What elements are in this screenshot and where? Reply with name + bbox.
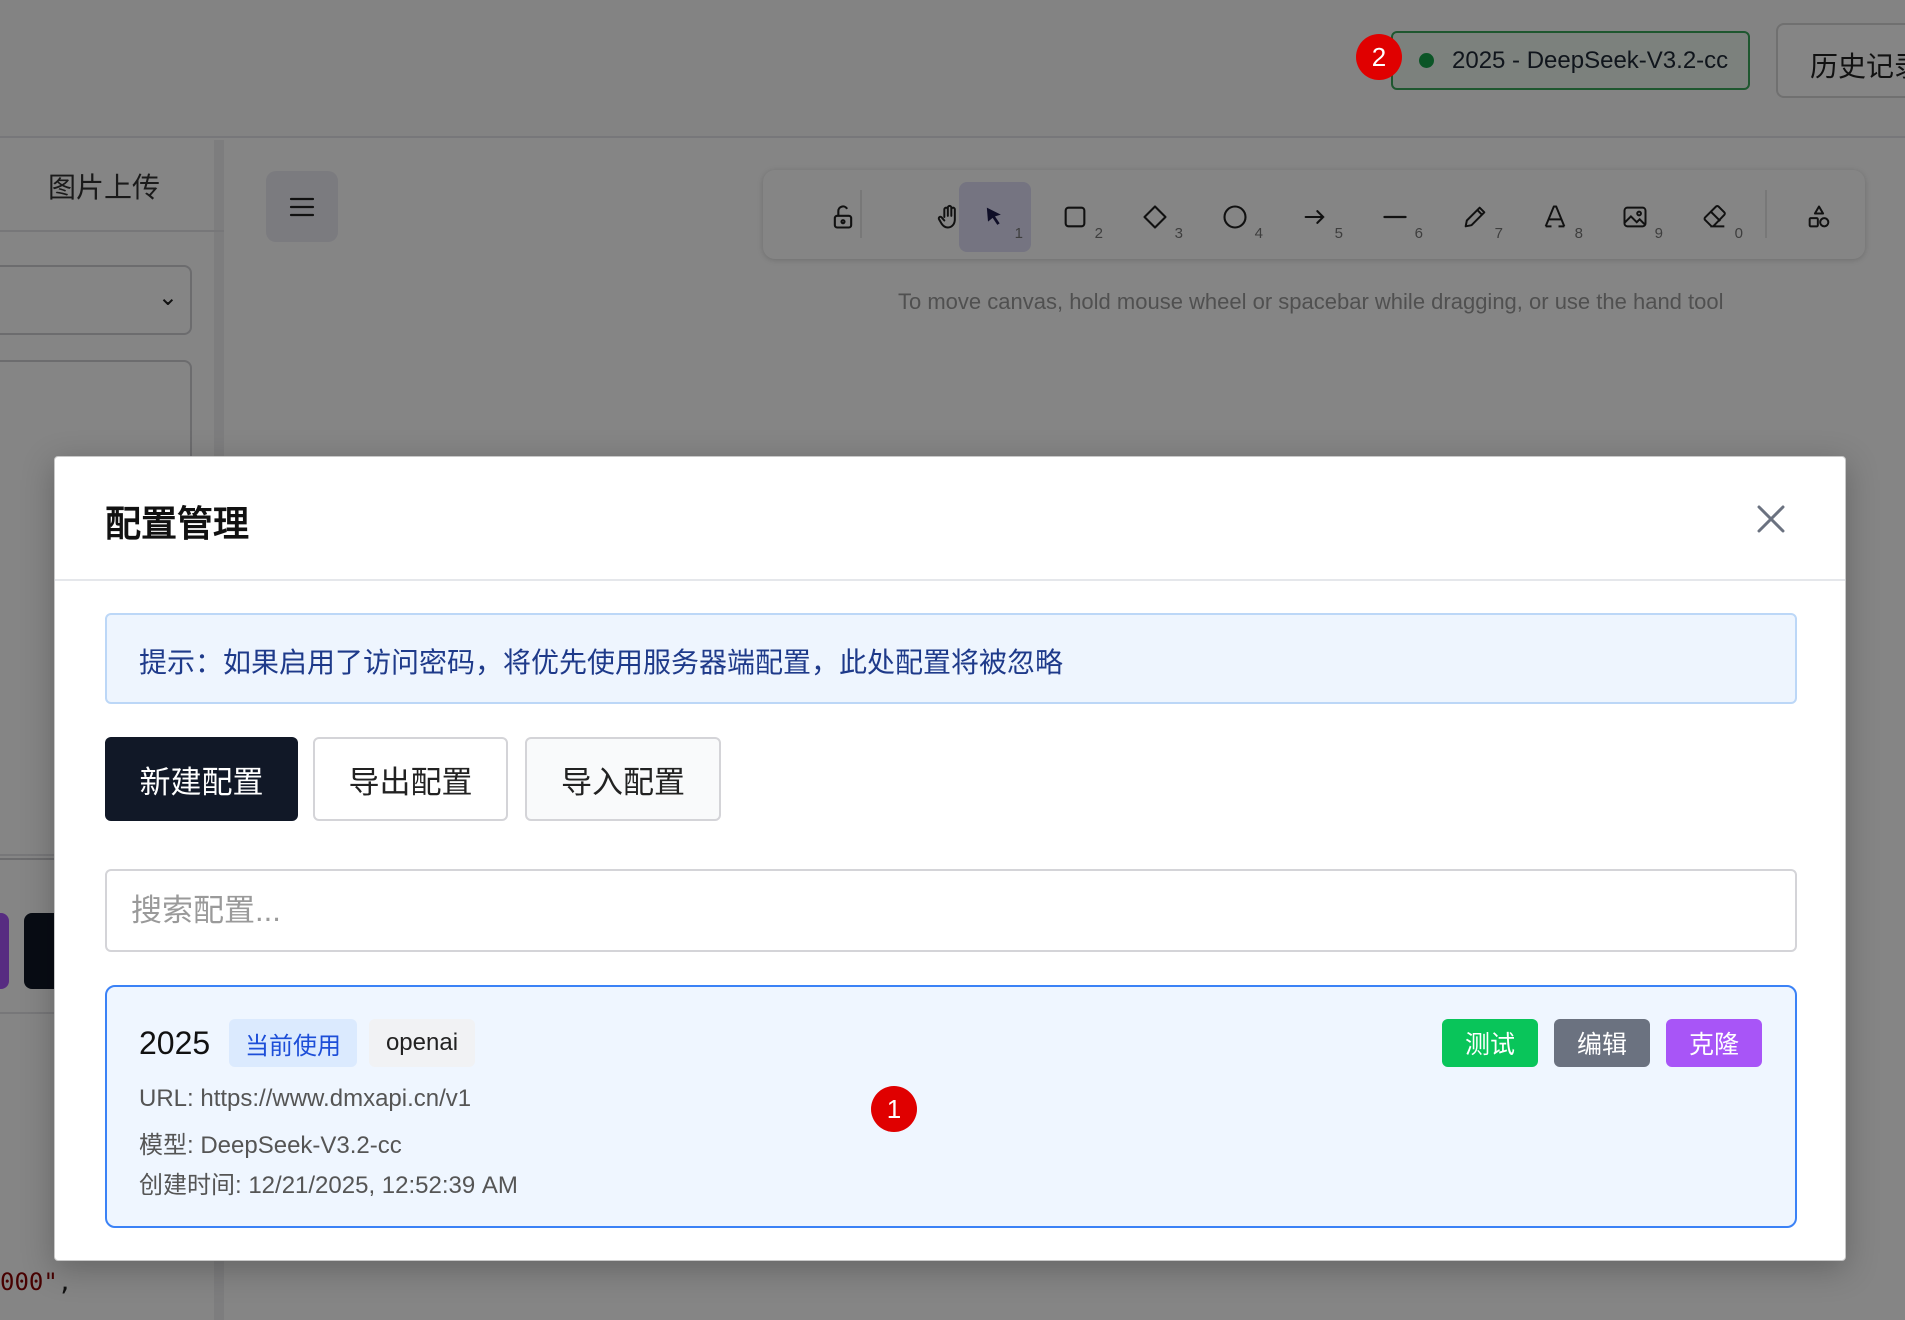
annotation-marker-1: 1 (871, 1086, 917, 1132)
dialog-title: 配置管理 (105, 503, 250, 544)
import-config-button[interactable]: 导入配置 (525, 737, 721, 821)
new-config-button[interactable]: 新建配置 (105, 737, 298, 821)
close-button[interactable] (1749, 497, 1793, 541)
provider-badge: openai (369, 1019, 475, 1067)
current-badge: 当前使用 (229, 1019, 357, 1067)
annotation-marker-2: 2 (1356, 34, 1402, 80)
export-config-button[interactable]: 导出配置 (313, 737, 508, 821)
config-url: URL: https://www.dmxapi.cn/v1 (139, 1085, 472, 1112)
edit-button[interactable]: 编辑 (1554, 1019, 1650, 1067)
config-management-dialog: 配置管理 提示：如果启用了访问密码，将优先使用服务器端配置，此处配置将被忽略 新… (54, 456, 1846, 1261)
search-input[interactable] (105, 869, 1797, 952)
dialog-divider (55, 579, 1845, 581)
config-created-time: 创建时间: 12/21/2025, 12:52:39 AM (139, 1172, 518, 1199)
test-button[interactable]: 测试 (1442, 1019, 1538, 1067)
config-name: 2025 (139, 1025, 211, 1061)
clone-button[interactable]: 克隆 (1666, 1019, 1762, 1067)
notice-banner: 提示：如果启用了访问密码，将优先使用服务器端配置，此处配置将被忽略 (105, 613, 1797, 704)
close-icon (1757, 505, 1785, 533)
config-card[interactable]: 2025 当前使用 openai URL: https://www.dmxapi… (105, 985, 1797, 1228)
config-model: 模型: DeepSeek-V3.2-cc (139, 1132, 402, 1159)
